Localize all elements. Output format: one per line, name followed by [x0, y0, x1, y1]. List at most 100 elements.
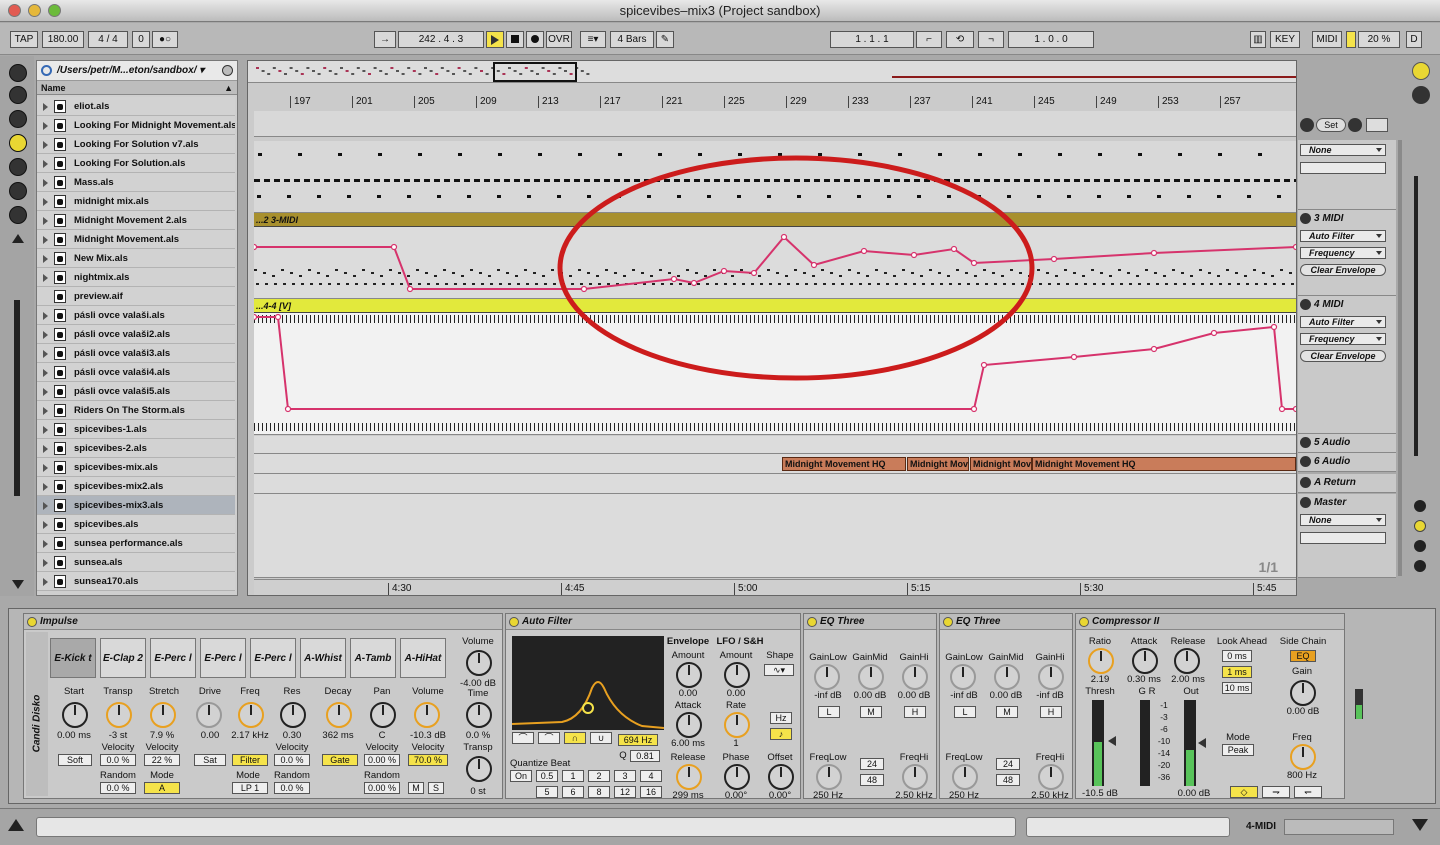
- file-row[interactable]: sunsea performance.als: [37, 534, 235, 553]
- browser-path[interactable]: /Users/petr/M...eton/sandbox/ ▾: [37, 61, 237, 81]
- expand-arrow-icon[interactable]: [43, 160, 48, 168]
- quantize-beat-button[interactable]: 8: [588, 786, 610, 798]
- sample-slot[interactable]: A-Whist: [300, 638, 346, 678]
- locator-menu-icon[interactable]: [1366, 118, 1388, 132]
- tap-button[interactable]: TAP: [10, 31, 38, 48]
- sample-slot[interactable]: E-Perc l: [150, 638, 196, 678]
- eq2-gain-low-knob[interactable]: [950, 664, 976, 690]
- eq2-gain-mid-knob[interactable]: [994, 664, 1020, 690]
- eq1-freq-hi-knob[interactable]: [902, 764, 928, 790]
- file-row[interactable]: spicevibes-mix2.als: [37, 477, 235, 496]
- expand-arrow-icon[interactable]: [43, 274, 48, 282]
- device-browser-icon[interactable]: [9, 86, 27, 104]
- transp-velocity-box[interactable]: 0.0 %: [100, 754, 136, 766]
- fold-track-5-icon[interactable]: [1300, 437, 1311, 448]
- lfo-shape-menu-icon[interactable]: ∿▾: [764, 664, 794, 676]
- sample-slot[interactable]: E-Kick t: [50, 638, 96, 678]
- time-ruler[interactable]: 4:30 4:45 5:00 5:15 5:30 5:45: [254, 579, 1296, 595]
- overdub-button[interactable]: OVR: [546, 31, 572, 48]
- file-row[interactable]: sunsea.als: [37, 553, 235, 572]
- look-ahead-10ms-button[interactable]: 10 ms: [1222, 682, 1252, 694]
- global-time-knob[interactable]: [466, 702, 492, 728]
- hide-browser-icon[interactable]: [9, 64, 27, 82]
- close-window-button[interactable]: [8, 4, 21, 17]
- output-meter[interactable]: [1184, 700, 1196, 786]
- quantize-beat-button[interactable]: 0.5: [536, 770, 558, 782]
- eq1-mid-button[interactable]: M: [860, 706, 882, 718]
- expand-arrow-icon[interactable]: [43, 198, 48, 206]
- stop-button[interactable]: [506, 31, 524, 48]
- thresh-meter[interactable]: [1092, 700, 1104, 786]
- expand-arrow-icon[interactable]: [43, 236, 48, 244]
- file-row[interactable]: New Mix.als: [37, 249, 235, 268]
- filter-display[interactable]: [511, 636, 665, 730]
- expand-arrow-icon[interactable]: [43, 369, 48, 377]
- comp-attack-knob[interactable]: [1132, 648, 1158, 674]
- eq2-gain-hi-knob[interactable]: [1038, 664, 1064, 690]
- quantize-beat-button[interactable]: 2: [588, 770, 610, 782]
- audio-clip-2[interactable]: Midnight Mov: [907, 457, 969, 471]
- file-row[interactable]: spicevibes-2.als: [37, 439, 235, 458]
- mode-box[interactable]: Peak: [1222, 744, 1254, 756]
- track-4-header[interactable]: 4 MIDI Auto Filter Frequency Clear Envel…: [1298, 296, 1396, 434]
- record-button[interactable]: [526, 31, 544, 48]
- loop-length-field[interactable]: 1 . 0 . 0: [1008, 31, 1094, 48]
- expand-arrow-icon[interactable]: [43, 540, 48, 548]
- punch-out-icon[interactable]: ¬: [978, 31, 1004, 48]
- next-locator-icon[interactable]: [1348, 118, 1362, 132]
- stretch-knob[interactable]: [150, 702, 176, 728]
- prev-locator-icon[interactable]: [1300, 118, 1314, 132]
- filter-notch-icon[interactable]: ∪: [590, 732, 612, 744]
- sample-slot[interactable]: E-Clap 2: [100, 638, 146, 678]
- stretch-mode-box[interactable]: A: [144, 782, 180, 794]
- resonance-knob[interactable]: [280, 702, 306, 728]
- eq2-hi-button[interactable]: H: [1040, 706, 1062, 718]
- eq1-gain-low-knob[interactable]: [814, 664, 840, 690]
- master-lane[interactable]: 1/1: [254, 494, 1296, 578]
- sample-slot[interactable]: A-HiHat: [400, 638, 446, 678]
- file-browser-1-icon[interactable]: [9, 134, 27, 152]
- eq2-slope-48-button[interactable]: 48: [996, 774, 1020, 786]
- saturator-button[interactable]: Sat: [194, 754, 226, 766]
- name-column-header[interactable]: Name ▲: [37, 81, 237, 95]
- quantize-beat-button[interactable]: 12: [614, 786, 636, 798]
- track-4-clear-envelope-button[interactable]: Clear Envelope: [1300, 350, 1386, 362]
- io-toggle-icon[interactable]: [1414, 500, 1426, 512]
- return-a-lane[interactable]: [254, 474, 1296, 494]
- expand-arrow-icon[interactable]: [43, 122, 48, 130]
- eq1-freq-low-knob[interactable]: [816, 764, 842, 790]
- compressor-on-icon[interactable]: [1079, 617, 1089, 627]
- delay-toggle-icon[interactable]: [1414, 560, 1426, 572]
- quantize-beat-button[interactable]: 16: [640, 786, 662, 798]
- fold-track-3-icon[interactable]: [1300, 213, 1311, 224]
- env-amount-knob[interactable]: [676, 662, 702, 688]
- master-header[interactable]: Master None: [1298, 494, 1396, 578]
- volume-velocity-box[interactable]: 70.0 %: [408, 754, 448, 766]
- fold-master-icon[interactable]: [1300, 497, 1311, 508]
- hotswap-icon[interactable]: [9, 206, 27, 224]
- file-row[interactable]: Mass.als: [37, 173, 235, 192]
- metronome-button[interactable]: ●○: [152, 31, 178, 48]
- file-browser-2-icon[interactable]: [9, 158, 27, 176]
- pan-velocity-box[interactable]: 0.00 %: [364, 754, 400, 766]
- return-a-header[interactable]: A Return: [1298, 474, 1396, 493]
- beat-time-ruler[interactable]: 197 201 205 209 213 217 221 225 229 233 237 241 245 2…: [254, 96, 1296, 110]
- loop-start-field[interactable]: 1 . 1 . 1: [830, 31, 914, 48]
- filter-lp-icon[interactable]: ⌒: [512, 732, 534, 744]
- file-row[interactable]: spicevibes-1.als: [37, 420, 235, 439]
- side-chain-eq-button[interactable]: EQ: [1290, 650, 1316, 662]
- file-browser-3-icon[interactable]: [9, 182, 27, 200]
- file-row[interactable]: sunsea170.als: [37, 572, 235, 591]
- file-row[interactable]: eliot.als: [37, 97, 235, 116]
- eq1-hi-button[interactable]: H: [904, 706, 926, 718]
- file-row[interactable]: pásli ovce valaši5.als: [37, 382, 235, 401]
- tempo-field[interactable]: 180.00: [42, 31, 84, 48]
- quantize-beat-button[interactable]: On: [510, 770, 532, 782]
- expand-arrow-icon[interactable]: [43, 103, 48, 111]
- scroll-up-icon[interactable]: [12, 234, 24, 243]
- returns-toggle-icon[interactable]: [1414, 520, 1426, 532]
- drive-knob[interactable]: [196, 702, 222, 728]
- expand-arrow-icon[interactable]: [43, 521, 48, 529]
- lfo-phase-knob[interactable]: [724, 764, 750, 790]
- loop-switch-icon[interactable]: ⟲: [946, 31, 974, 48]
